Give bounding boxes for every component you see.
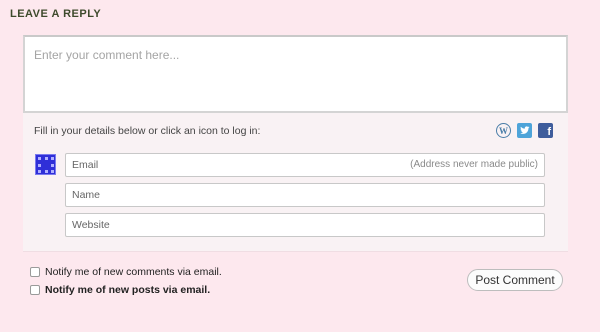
twitter-bird-glyph	[519, 126, 529, 134]
email-placeholder: Email	[72, 159, 99, 171]
notify-posts-checkbox[interactable]	[30, 285, 40, 295]
email-field[interactable]: Email (Address never made public)	[65, 153, 545, 177]
social-login-icons: W f	[496, 123, 553, 138]
wordpress-icon[interactable]: W	[496, 123, 511, 138]
identity-panel: Fill in your details below or click an i…	[23, 113, 568, 252]
website-placeholder: Website	[72, 219, 110, 231]
comment-form: LEAVE A REPLY Enter your comment here...…	[0, 0, 600, 332]
email-privacy-note: (Address never made public)	[410, 159, 538, 170]
post-comment-button[interactable]: Post Comment	[467, 269, 563, 291]
comment-placeholder: Enter your comment here...	[34, 48, 180, 62]
login-hint-text: Fill in your details below or click an i…	[34, 125, 261, 137]
name-placeholder: Name	[72, 189, 101, 201]
notify-posts-option[interactable]: Notify me of new posts via email.	[30, 284, 210, 296]
avatar	[35, 154, 56, 175]
notify-comments-option[interactable]: Notify me of new comments via email.	[30, 266, 222, 278]
website-field[interactable]: Website	[65, 213, 545, 237]
notify-comments-checkbox[interactable]	[30, 267, 40, 277]
leave-a-reply-heading: LEAVE A REPLY	[10, 8, 102, 20]
twitter-icon[interactable]	[517, 123, 532, 138]
facebook-icon[interactable]: f	[538, 123, 553, 138]
notify-comments-label: Notify me of new comments via email.	[45, 266, 222, 278]
comment-textarea[interactable]: Enter your comment here...	[23, 35, 568, 113]
name-field[interactable]: Name	[65, 183, 545, 207]
notify-posts-label: Notify me of new posts via email.	[45, 284, 211, 296]
